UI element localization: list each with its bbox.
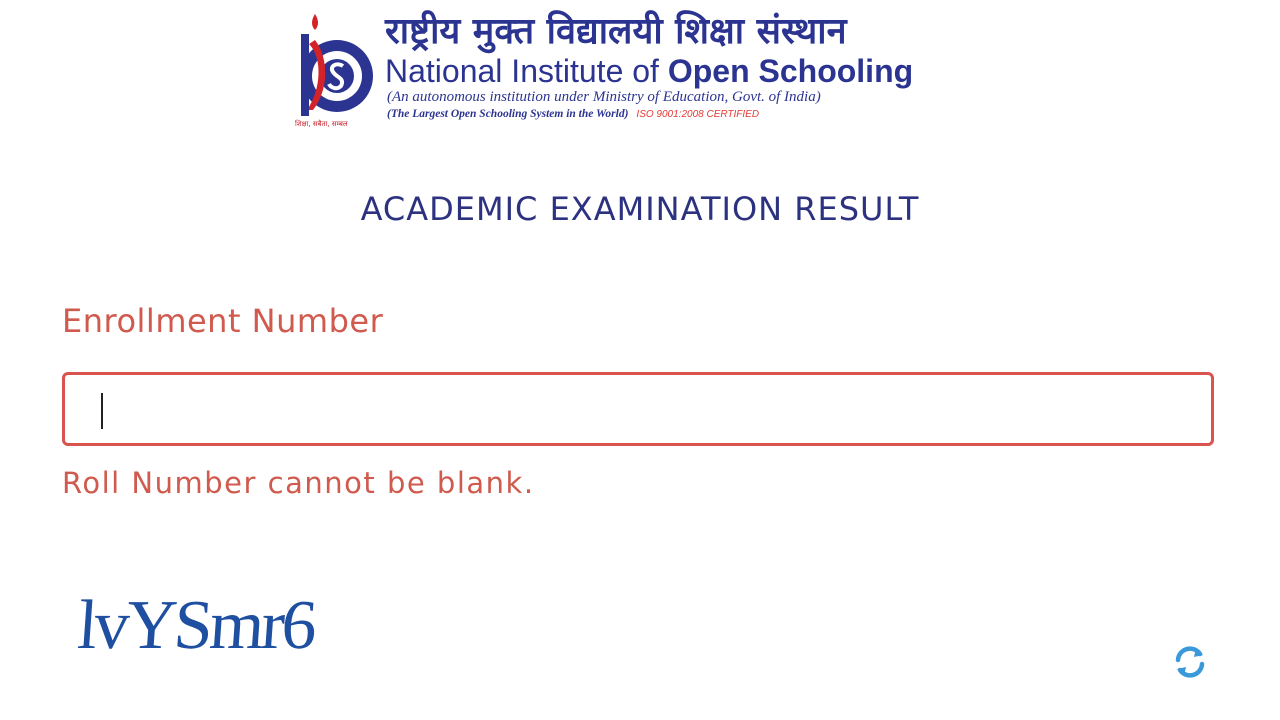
- institute-english-name: National Institute of Open Schooling: [385, 54, 975, 88]
- iso-certification: ISO 9001:2008 CERTIFIED: [636, 109, 760, 120]
- nios-emblem-icon: [301, 14, 373, 116]
- institute-tagline-secondary: (The Largest Open Schooling System in th…: [387, 106, 975, 123]
- institute-tagline: (An autonomous institution under Ministr…: [387, 89, 821, 105]
- captcha-image: lvYSmr6: [75, 587, 317, 664]
- emblem-caption: शिक्षा, सबैता, सम्बल: [295, 120, 348, 128]
- result-page: शिक्षा, सबैता, सम्बल राष्ट्रीय मुक्त विद…: [0, 0, 1280, 720]
- refresh-icon[interactable]: [1172, 644, 1208, 680]
- text-caret: [101, 393, 103, 429]
- enrollment-number-input[interactable]: [65, 375, 1211, 443]
- page-title: ACADEMIC EXAMINATION RESULT: [360, 190, 920, 228]
- logo-text: राष्ट्रीय मुक्त विद्यालयी शिक्षा संस्थान…: [385, 10, 975, 123]
- tagline-largest-system: (The Largest Open Schooling System in th…: [387, 108, 629, 120]
- enrollment-number-field-wrapper: [62, 372, 1214, 446]
- institute-name-regular: National Institute of: [385, 53, 668, 89]
- enrollment-number-label: Enrollment Number: [62, 302, 384, 340]
- institute-name-bold: Open Schooling: [667, 53, 914, 89]
- nios-logo: शिक्षा, सबैता, सम्बल राष्ट्रीय मुक्त विद…: [293, 10, 973, 135]
- roll-number-error-message: Roll Number cannot be blank.: [62, 466, 535, 500]
- institute-hindi-name: राष्ट्रीय मुक्त विद्यालयी शिक्षा संस्थान: [385, 11, 847, 52]
